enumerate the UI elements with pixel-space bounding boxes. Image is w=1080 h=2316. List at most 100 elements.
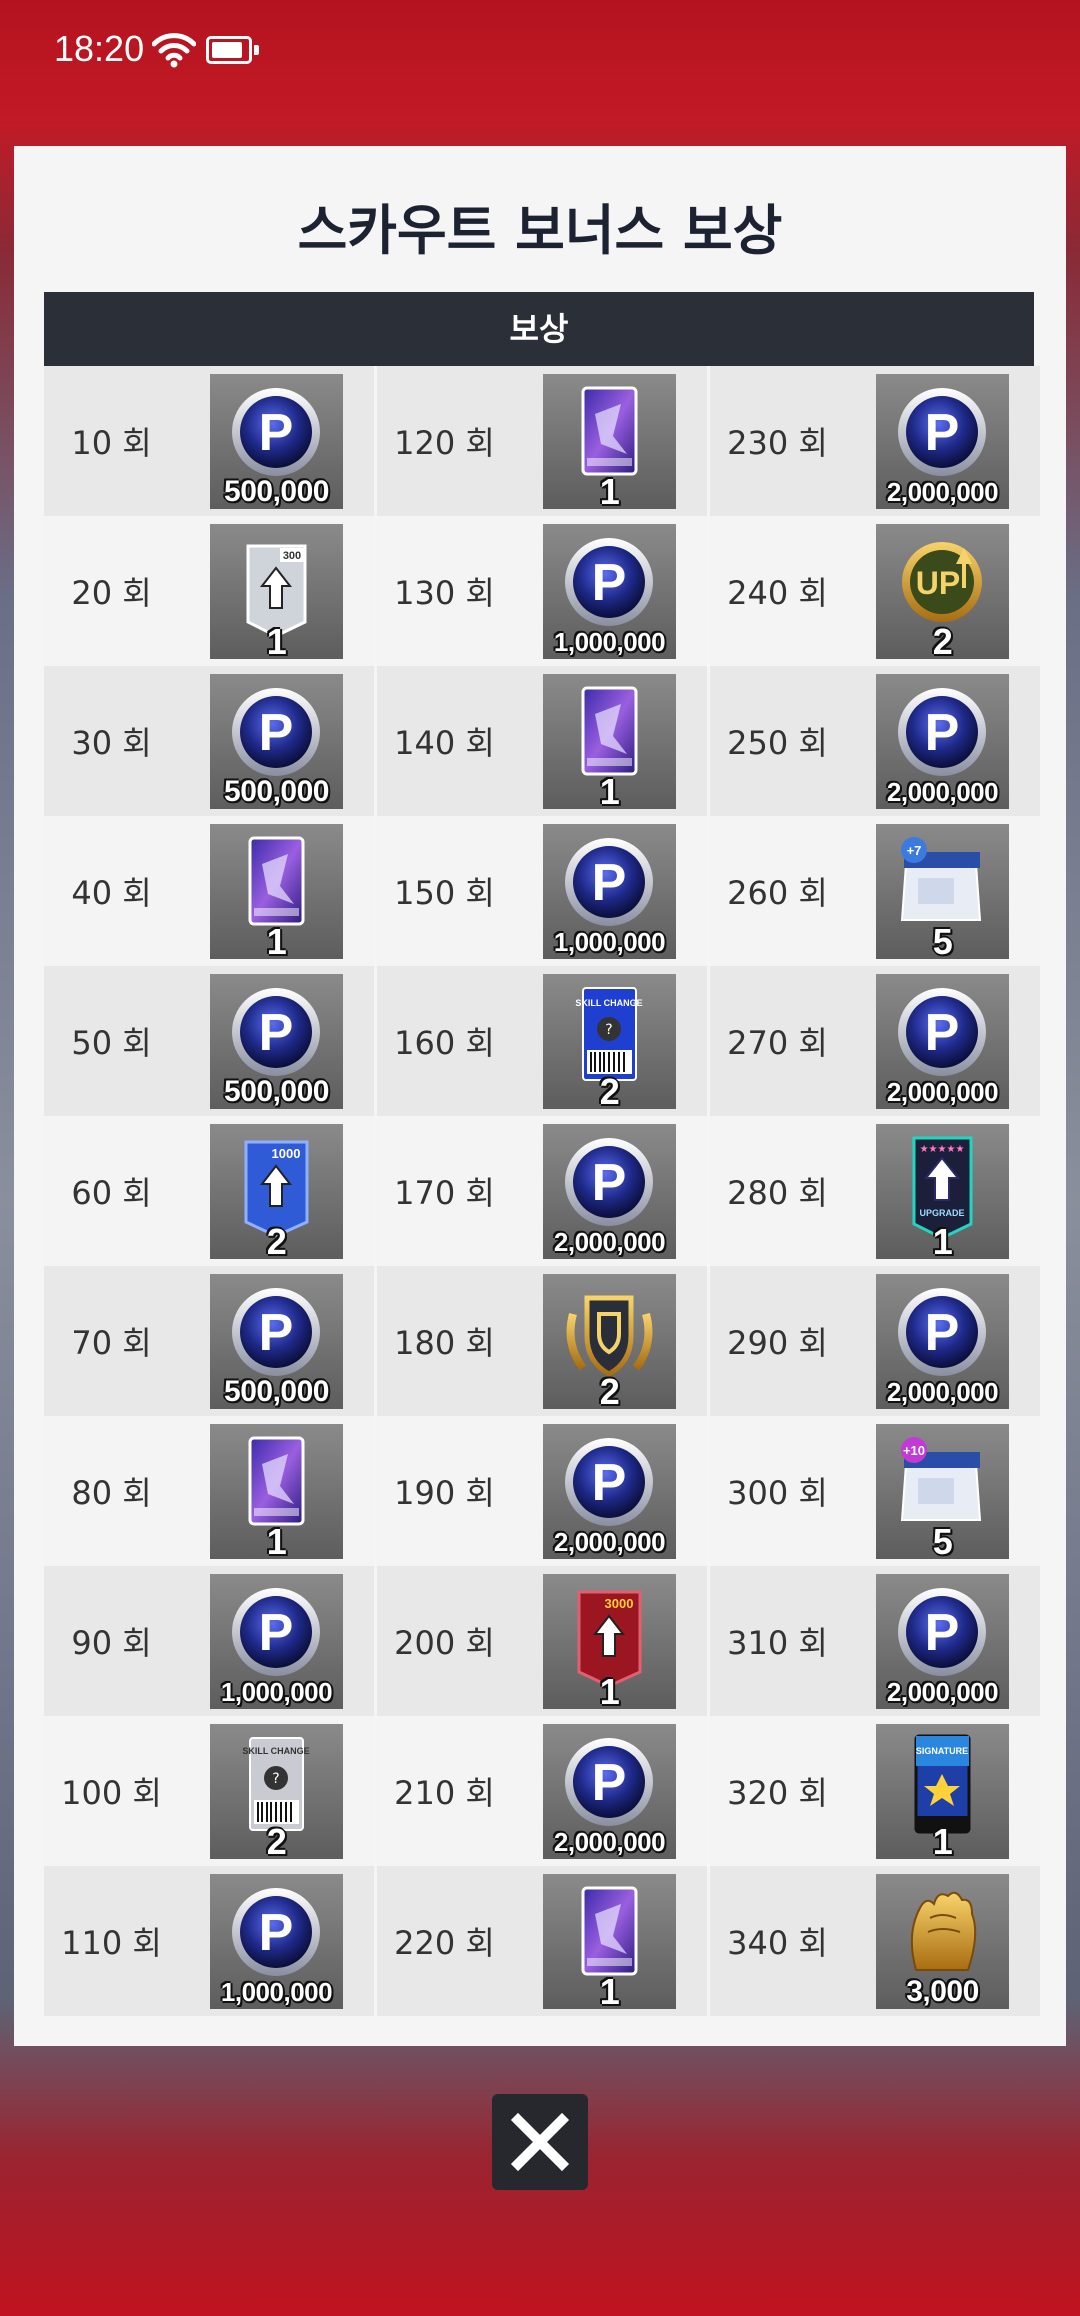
reward-item[interactable]: P 2,000,000 — [845, 966, 1040, 1116]
reward-item[interactable]: P 500,000 — [179, 366, 374, 516]
reward-quantity: 500,000 — [224, 474, 329, 508]
reward-quantity: 1 — [599, 1970, 620, 2009]
reward-cell: 190 회 P 2,000,000 — [377, 1416, 707, 1566]
reward-item[interactable]: P 500,000 — [179, 1266, 374, 1416]
reward-item[interactable]: 3,000 — [845, 1866, 1040, 2016]
svg-text:?: ? — [272, 1771, 279, 1787]
scout-count-label: 140 회 — [377, 666, 512, 816]
reward-item[interactable]: P 2,000,000 — [845, 1266, 1040, 1416]
reward-item[interactable]: 1 — [179, 816, 374, 966]
reward-quantity: 2,000,000 — [553, 1526, 666, 1557]
close-icon — [510, 2112, 570, 2172]
reward-item[interactable]: ★★★★★ UPGRADE 1 — [845, 1116, 1040, 1266]
p-coin-icon: P 500,000 — [210, 673, 343, 809]
reward-row: 10 회 P 500,000 120 회 1 230 회 P 2,000,000 — [44, 366, 1040, 516]
reward-item[interactable]: SIGNATURE 1 — [845, 1716, 1040, 1866]
reward-cell: 80 회 1 — [44, 1416, 374, 1566]
reward-quantity: 2 — [266, 1220, 287, 1259]
svg-text:SIGNATURE: SIGNATURE — [916, 1746, 968, 1756]
reward-item[interactable]: 300 1 — [179, 516, 374, 666]
reward-cell: 340 회 3,000 — [710, 1866, 1040, 2016]
reward-item[interactable]: +7 5 — [845, 816, 1040, 966]
reward-quantity: 2 — [932, 620, 953, 659]
reward-item[interactable]: P 1,000,000 — [512, 816, 707, 966]
svg-text:+10: +10 — [903, 1443, 925, 1458]
scout-count-label: 20 회 — [44, 516, 179, 666]
p-coin-icon: P 2,000,000 — [876, 1273, 1009, 1409]
reward-quantity: 2,000,000 — [886, 476, 999, 507]
reward-item[interactable]: SKILL CHANGE ? 2 — [179, 1716, 374, 1866]
exp-card-300-icon: 300 1 — [210, 523, 343, 659]
reward-quantity: 1 — [266, 920, 287, 959]
player-pack-icon: 1 — [210, 823, 343, 959]
status-time: 18:20 — [54, 28, 145, 69]
reward-item[interactable]: P 2,000,000 — [512, 1116, 707, 1266]
reward-item[interactable]: P 1,000,000 — [512, 516, 707, 666]
reward-quantity: 2,000,000 — [553, 1826, 666, 1857]
svg-text:SKILL CHANGE: SKILL CHANGE — [242, 1746, 309, 1756]
reward-quantity: 1 — [599, 770, 620, 809]
scout-count-label: 110 회 — [44, 1866, 179, 2016]
reward-cell: 180 회 2 — [377, 1266, 707, 1416]
reward-item[interactable]: UP 2 — [845, 516, 1040, 666]
reward-item[interactable]: 1000 2 — [179, 1116, 374, 1266]
reward-cell: 240 회 UP 2 — [710, 516, 1040, 666]
reward-cell: 230 회 P 2,000,000 — [710, 366, 1040, 516]
scout-count-label: 340 회 — [710, 1866, 845, 2016]
p-coin-icon: P 1,000,000 — [210, 1573, 343, 1709]
reward-quantity: 5 — [932, 920, 953, 959]
reward-item[interactable]: 1 — [512, 666, 707, 816]
reward-item[interactable]: SKILL CHANGE ? 2 — [512, 966, 707, 1116]
p-coin-icon: P 500,000 — [210, 973, 343, 1109]
reward-item[interactable]: P 500,000 — [179, 666, 374, 816]
scout-count-label: 70 회 — [44, 1266, 179, 1416]
scout-count-label: 310 회 — [710, 1566, 845, 1716]
svg-text:P: P — [592, 854, 627, 912]
reward-quantity: 1,000,000 — [553, 626, 666, 657]
reward-quantity: 1 — [266, 620, 287, 659]
svg-text:P: P — [592, 554, 627, 612]
reward-quantity: 1 — [932, 1820, 953, 1859]
reward-item[interactable]: 1 — [512, 366, 707, 516]
svg-text:P: P — [925, 1004, 960, 1062]
svg-text:P: P — [259, 1604, 294, 1662]
reward-quantity: 2 — [266, 1820, 287, 1859]
close-button[interactable] — [492, 2094, 588, 2190]
reward-quantity: 1,000,000 — [220, 1976, 333, 2007]
p-coin-icon: P 2,000,000 — [543, 1123, 676, 1259]
reward-row: 70 회 P 500,000 180 회 2 290 회 P 2,000,000 — [44, 1266, 1040, 1416]
reward-item[interactable]: P 2,000,000 — [845, 1566, 1040, 1716]
reward-item[interactable]: 1 — [179, 1416, 374, 1566]
reward-cell: 300 회 +10 5 — [710, 1416, 1040, 1566]
p-coin-icon: P 1,000,000 — [543, 523, 676, 659]
reward-item[interactable]: P 500,000 — [179, 966, 374, 1116]
reward-item[interactable]: P 2,000,000 — [845, 666, 1040, 816]
reward-item[interactable]: 1 — [512, 1866, 707, 2016]
scout-count-label: 280 회 — [710, 1116, 845, 1266]
shield-badge-icon: 2 — [543, 1273, 676, 1409]
reward-item[interactable]: P 1,000,000 — [179, 1566, 374, 1716]
reward-quantity: 1 — [599, 470, 620, 509]
reward-item[interactable]: P 2,000,000 — [512, 1416, 707, 1566]
reward-cell: 280 회 ★★★★★ UPGRADE 1 — [710, 1116, 1040, 1266]
reward-cell: 10 회 P 500,000 — [44, 366, 374, 516]
training-box-plus7-icon: +7 5 — [876, 823, 1009, 959]
p-coin-icon: P 500,000 — [210, 373, 343, 509]
svg-text:P: P — [259, 404, 294, 462]
reward-item[interactable]: P 2,000,000 — [512, 1716, 707, 1866]
reward-item[interactable]: 2 — [512, 1266, 707, 1416]
reward-item[interactable]: +10 5 — [845, 1416, 1040, 1566]
exp-card-1000-icon: 1000 2 — [210, 1123, 343, 1259]
dialog-title: 스카우트 보너스 보상 — [297, 199, 783, 262]
p-coin-icon: P 2,000,000 — [876, 673, 1009, 809]
scout-count-label: 270 회 — [710, 966, 845, 1116]
scout-count-label: 160 회 — [377, 966, 512, 1116]
reward-item[interactable]: P 2,000,000 — [845, 366, 1040, 516]
svg-text:P: P — [592, 1754, 627, 1812]
scout-count-label: 230 회 — [710, 366, 845, 516]
svg-text:P: P — [259, 704, 294, 762]
skill-change-silver-icon: SKILL CHANGE ? 2 — [210, 1723, 343, 1859]
reward-item[interactable]: 3000 1 — [512, 1566, 707, 1716]
svg-text:P: P — [592, 1154, 627, 1212]
reward-item[interactable]: P 1,000,000 — [179, 1866, 374, 2016]
